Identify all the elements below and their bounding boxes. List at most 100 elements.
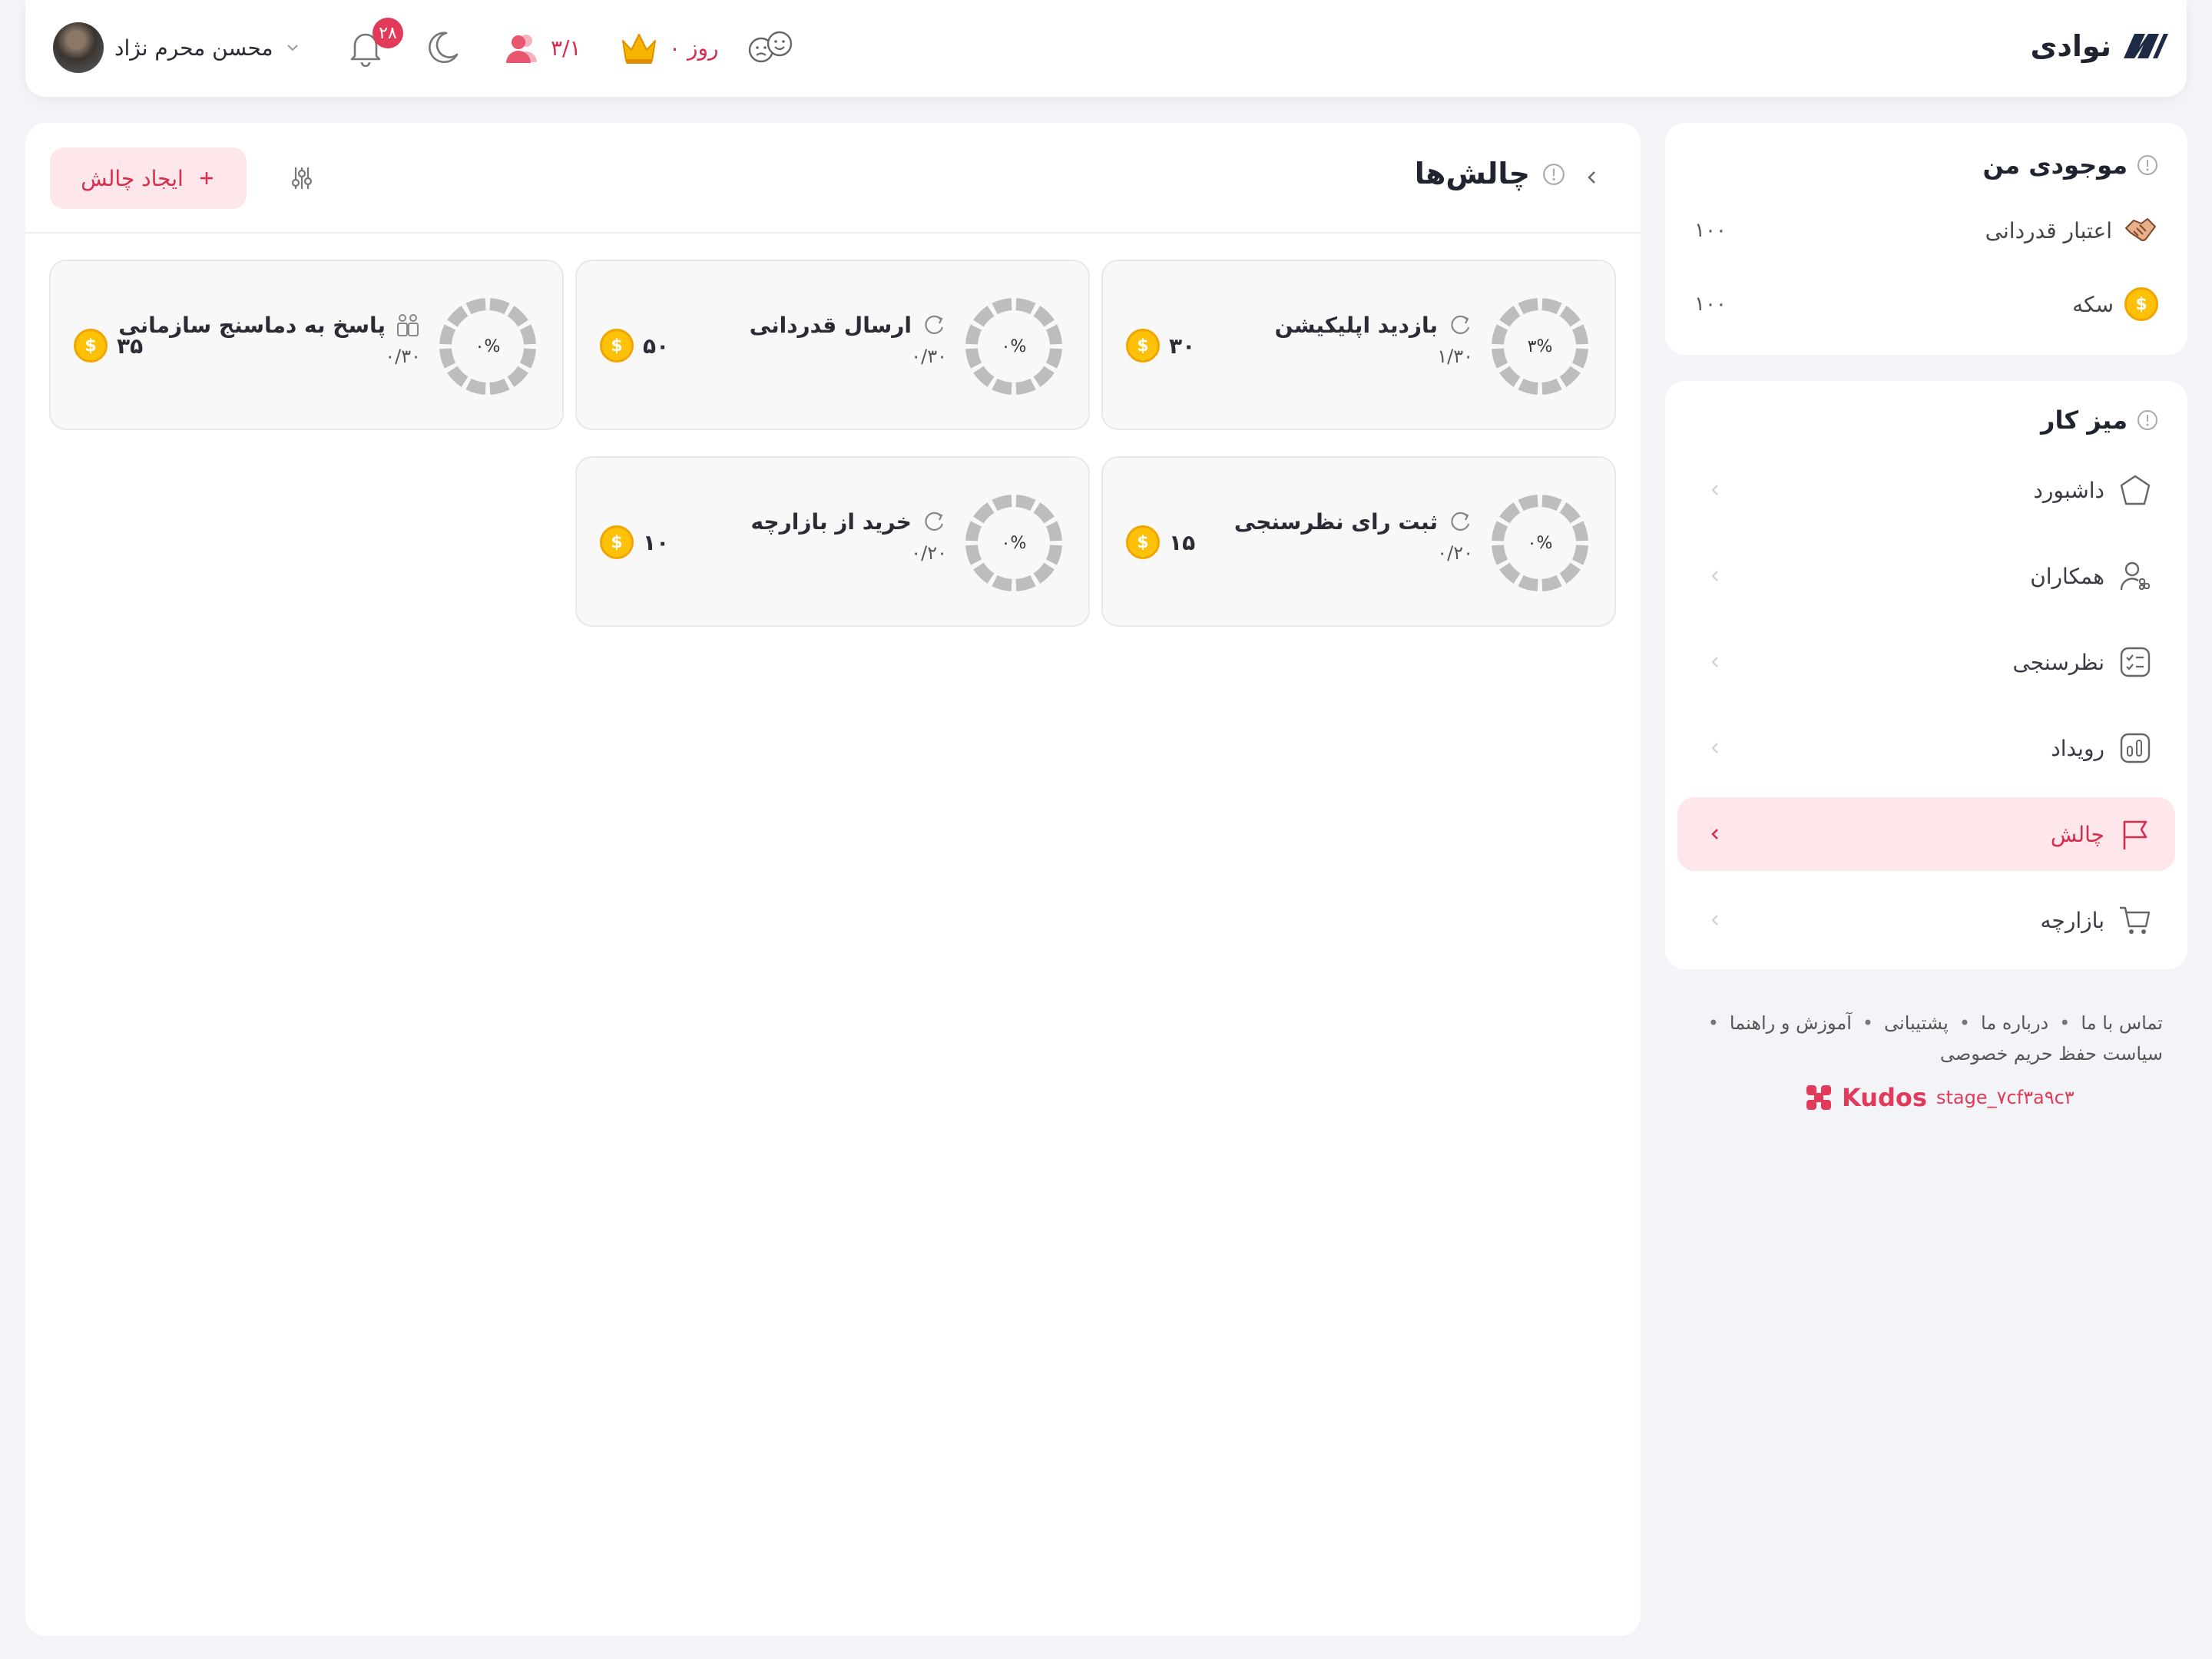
handshake-icon — [2123, 213, 2158, 248]
sidebar-item-event[interactable]: رویداد — [1677, 711, 2175, 785]
challenge-card[interactable]: ۰% ارسال قدردانی ۰/۳۰ $ ۵۰ — [575, 260, 1090, 430]
sidebar-item-label: بازارچه — [2040, 907, 2104, 933]
reward-value: ۱۰ — [643, 529, 670, 555]
challenge-reward: $ ۳۰ — [1126, 329, 1195, 363]
streak-stat[interactable]: ۰ روز — [620, 21, 719, 75]
footer-link-guide[interactable]: آموزش و راهنما — [1730, 1012, 1852, 1034]
chevron-left-icon — [1707, 568, 1724, 584]
info-icon[interactable] — [2137, 154, 2158, 176]
progress-percent: ۰% — [475, 336, 501, 356]
sidebar-item-label: چالش — [2050, 821, 2104, 847]
challenge-title-text: ثبت رای نظرسنجی — [1233, 508, 1438, 535]
challenges-panel: چالش‌ها ایجاد چالش ۳% بازدید اپلیکیشن ۱/… — [25, 123, 1641, 1636]
coin-icon: $ — [600, 329, 634, 363]
workspace-card: میز کار داشبورد همکاران نظرسنجی رویداد چ… — [1665, 381, 2187, 969]
chevron-down-icon — [284, 39, 301, 56]
page-title-text: چالش‌ها — [1414, 157, 1530, 190]
footer-link-about[interactable]: درباره ما — [1981, 1012, 2048, 1034]
chevron-back-icon[interactable] — [1581, 166, 1604, 189]
inventory-row-coins: ۱۰۰ سکه $ — [1694, 281, 2158, 327]
flag-icon — [2118, 817, 2152, 851]
coin-icon: $ — [2124, 287, 2158, 321]
challenge-title: بازدید اپلیکیشن — [1275, 312, 1473, 338]
challenge-card[interactable]: ۰% پاسخ به دماسنج سازمانی ۰/۳۰ $ ۳۵ — [49, 260, 564, 430]
user-name: محسن محرم نژاد — [114, 35, 273, 61]
sidebar-item-challenge[interactable]: چالش — [1677, 797, 2175, 871]
user-menu[interactable]: محسن محرم نژاد — [53, 21, 301, 75]
repeat-icon — [1447, 312, 1473, 338]
reward-value: ۳۰ — [1169, 333, 1196, 359]
repeat-icon — [1447, 508, 1473, 535]
moon-icon — [423, 28, 462, 67]
appreciation-label: اعتبار قدردانی — [1985, 217, 2112, 243]
create-challenge-label: ایجاد چالش — [81, 165, 184, 191]
progress-percent: ۳% — [1527, 336, 1553, 356]
challenge-card[interactable]: ۰% خرید از بازارچه ۰/۲۰ $ ۱۰ — [575, 456, 1090, 627]
challenge-title-text: ارسال قدردانی — [749, 312, 912, 338]
sidebar-item-marketplace[interactable]: بازارچه — [1677, 883, 2175, 957]
crown-icon — [620, 30, 658, 65]
workspace-title-text: میز کار — [2041, 406, 2128, 435]
challenge-reward: $ ۵۰ — [600, 329, 669, 363]
challenge-progress: ۱/۳۰ — [1437, 346, 1473, 367]
inventory-card: موجودی من ۱۰۰ اعتبار قدردانی ۱۰۰ سکه $ — [1665, 123, 2187, 355]
kudos-wordmark: Kudos — [1842, 1083, 1927, 1112]
reward-value: ۵۰ — [643, 333, 670, 359]
survey-icon — [2118, 645, 2152, 679]
page-title: چالش‌ها — [1414, 157, 1565, 190]
footer-link-privacy[interactable]: سیاست حفظ حریم خصوصی — [1940, 1043, 2163, 1065]
footer-links: تماس با ما•درباره ما•پشتیبانی•آموزش و را… — [1707, 1012, 2163, 1065]
inventory-row-appreciation: ۱۰۰ اعتبار قدردانی — [1694, 207, 2158, 253]
repeat-icon — [921, 312, 947, 338]
coin-icon: $ — [1126, 329, 1160, 363]
reward-value: ۱۵ — [1169, 529, 1196, 555]
sidebar-item-survey[interactable]: نظرسنجی — [1677, 625, 2175, 699]
challenge-title-text: خرید از بازارچه — [750, 508, 912, 535]
team-icon — [395, 312, 421, 338]
footer-link-support[interactable]: پشتیبانی — [1884, 1012, 1949, 1034]
brand-logo-icon — [2122, 31, 2170, 61]
workspace-title: میز کار — [2041, 406, 2158, 435]
followers-stat[interactable]: ۳/۱ — [503, 21, 581, 75]
challenge-reward: $ ۱۰ — [600, 525, 669, 559]
info-icon[interactable] — [1542, 163, 1565, 185]
challenge-reward: $ ۱۵ — [1126, 525, 1195, 559]
users-icon — [503, 31, 540, 64]
challenge-card[interactable]: ۰% ثبت رای نظرسنجی ۰/۲۰ $ ۱۵ — [1101, 456, 1616, 627]
challenge-card[interactable]: ۳% بازدید اپلیکیشن ۱/۳۰ $ ۳۰ — [1101, 260, 1616, 430]
sidebar-item-label: همکاران — [2030, 563, 2104, 589]
chart-icon — [2118, 731, 2152, 765]
dark-mode-toggle[interactable] — [423, 21, 462, 75]
plus-icon — [197, 169, 216, 187]
challenge-title: خرید از بازارچه — [750, 508, 947, 535]
create-challenge-button[interactable]: ایجاد چالش — [50, 147, 247, 209]
top-header: نوادی محسن محرم نژاد ۲۸ ۳/۱ ۰ روز — [25, 0, 2187, 97]
info-icon[interactable] — [2137, 409, 2158, 431]
sidebar-item-colleagues[interactable]: همکاران — [1677, 539, 2175, 613]
mood-button[interactable] — [746, 21, 796, 75]
chevron-left-icon — [1707, 826, 1724, 843]
sidebar-item-label: رویداد — [2051, 735, 2104, 761]
chevron-left-icon — [1707, 654, 1724, 671]
coin-icon: $ — [74, 329, 108, 363]
coins-label: سکه — [2072, 291, 2114, 317]
sidebar-item-dashboard[interactable]: داشبورد — [1677, 453, 2175, 527]
inventory-title: موجودی من — [1983, 151, 2159, 180]
filter-icon[interactable] — [286, 163, 317, 194]
challenge-title: ثبت رای نظرسنجی — [1234, 508, 1473, 535]
progress-percent: ۰% — [1527, 533, 1553, 553]
version-label: stage_۷cf۳a۹c۳ — [1936, 1087, 2075, 1108]
challenge-title-text: بازدید اپلیکیشن — [1274, 312, 1438, 338]
challenge-progress: ۰/۳۰ — [911, 346, 947, 367]
brand-name: نوادی — [2030, 29, 2111, 63]
coins-value: ۱۰۰ — [1694, 293, 1727, 316]
coin-icon: $ — [600, 525, 634, 559]
notifications-button[interactable]: ۲۸ — [339, 18, 403, 75]
footer-link-contact[interactable]: تماس با ما — [2081, 1012, 2163, 1034]
challenge-reward: $ ۳۵ — [74, 329, 143, 363]
challenge-title-text: پاسخ به دماسنج سازمانی — [118, 312, 386, 338]
mood-faces-icon — [746, 28, 796, 67]
brand[interactable]: نوادی — [2031, 23, 2170, 69]
chevron-left-icon — [1707, 740, 1724, 757]
kudos-branding: Kudos stage_۷cf۳a۹c۳ — [1805, 1083, 2075, 1112]
